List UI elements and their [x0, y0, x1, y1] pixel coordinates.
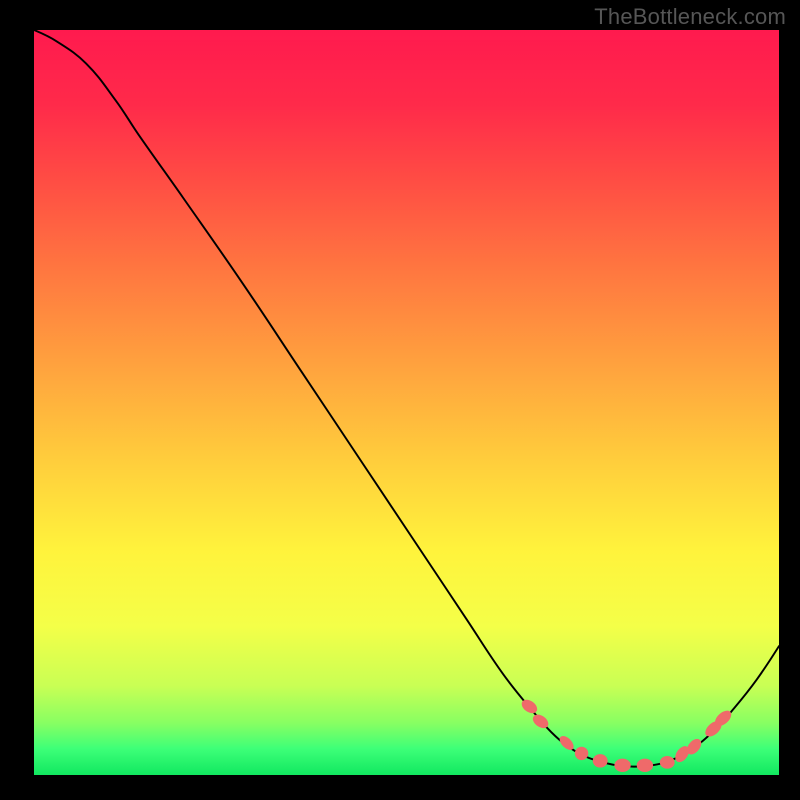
watermark-label: TheBottleneck.com: [594, 4, 786, 30]
chart-container: TheBottleneck.com: [0, 0, 800, 800]
plot-area: [34, 30, 779, 775]
marker-dots: [34, 30, 779, 775]
